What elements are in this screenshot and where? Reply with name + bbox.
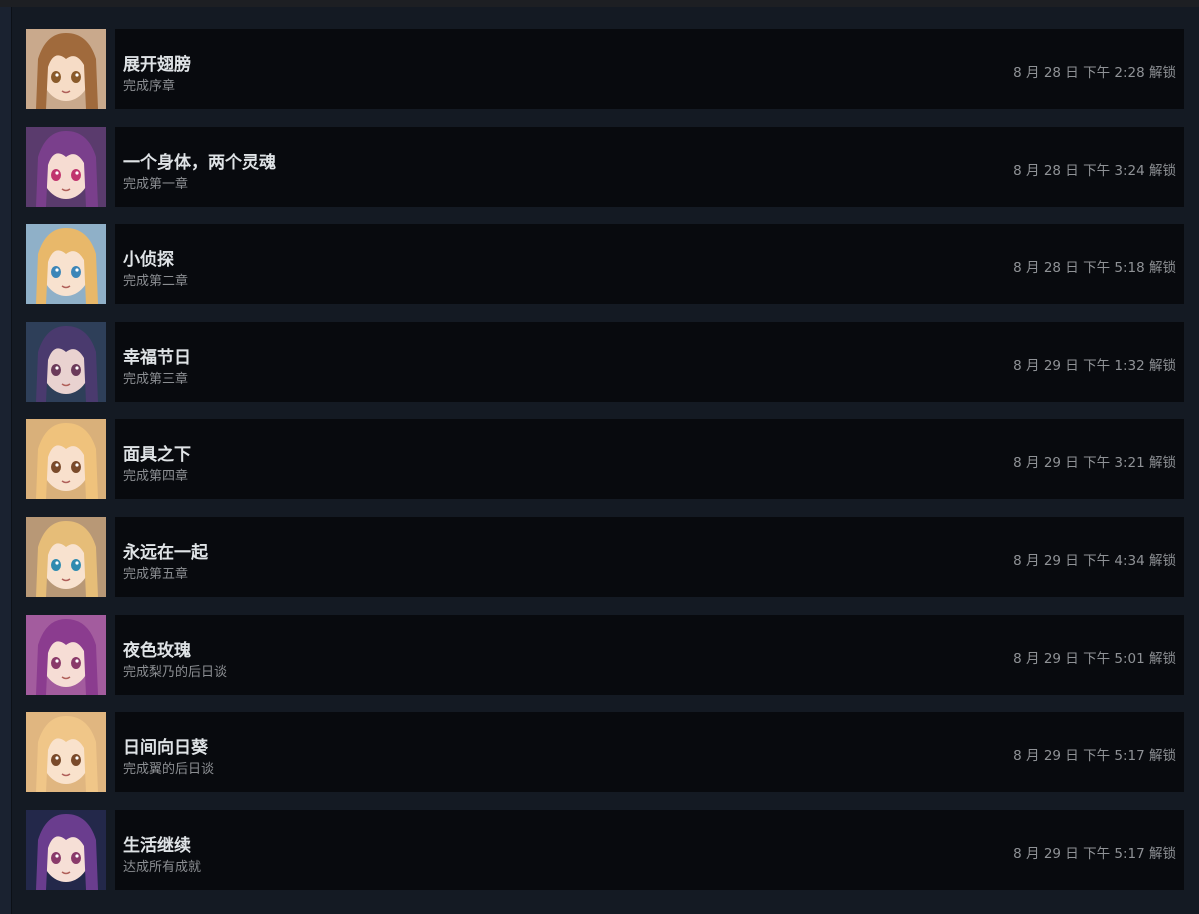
achievement-row[interactable]: 永远在一起完成第五章 8 月 29 日 下午 4:34 解锁 (26, 516, 1184, 597)
character-brown-hair-icon (26, 29, 106, 109)
achievement-panel: 日间向日葵完成翼的后日谈 8 月 29 日 下午 5:17 解锁 (115, 712, 1184, 793)
achievement-title: 展开翅膀 (123, 55, 191, 75)
unlock-date: 8 月 28 日 下午 2:28 解锁 (1013, 65, 1176, 81)
unlock-date: 8 月 29 日 下午 3:21 解锁 (1013, 455, 1176, 472)
unlock-date: 8 月 29 日 下午 5:17 解锁 (1013, 748, 1176, 765)
achievement-title: 一个身体，两个灵魂 (123, 152, 276, 173)
character-purple-hair-icon (26, 126, 106, 207)
achievement-description: 完成第二章 (123, 274, 189, 290)
achievement-title: 夜色玫瑰 (123, 640, 191, 661)
achievement-title: 面具之下 (123, 445, 191, 466)
achievement-row[interactable]: 小侦探完成第二章 8 月 28 日 下午 5:18 解锁 (26, 224, 1184, 305)
achievement-title: 幸福节日 (123, 347, 191, 368)
achievement-description: 完成序章 (123, 79, 176, 94)
achievement-description: 完成第四章 (123, 469, 189, 485)
achievement-panel: 幸福节日完成第三章 8 月 29 日 下午 1:32 解锁 (115, 321, 1184, 402)
unlock-date: 8 月 29 日 下午 5:01 解锁 (1013, 650, 1176, 667)
character-purple-teal-hair-icon (26, 614, 106, 695)
achievement-row[interactable]: 一个身体，两个灵魂完成第一章 8 月 28 日 下午 3:24 解锁 (26, 126, 1184, 207)
character-dark-hair-icon (26, 321, 106, 402)
achievement-title: 生活继续 (123, 835, 191, 856)
achievement-panel: 面具之下完成第四章 8 月 29 日 下午 3:21 解锁 (115, 419, 1184, 500)
character-blonde-ribbon-icon (26, 516, 106, 597)
unlock-date: 8 月 29 日 下午 1:32 解锁 (1013, 357, 1176, 374)
achievement-panel: 生活继续达成所有成就 8 月 29 日 下午 5:17 解锁 (115, 809, 1184, 890)
unlock-date: 8 月 28 日 下午 5:18 解锁 (1013, 260, 1176, 277)
achievement-title: 永远在一起 (123, 542, 208, 563)
achievement-description: 达成所有成就 (123, 859, 202, 875)
character-blonde-smiling-icon (26, 419, 106, 500)
unlock-date: 8 月 29 日 下午 4:34 解锁 (1013, 552, 1176, 569)
character-blonde-happy-icon (26, 712, 106, 793)
achievement-panel: 永远在一起完成第五章 8 月 29 日 下午 4:34 解锁 (115, 516, 1184, 597)
achievement-row[interactable]: 面具之下完成第四章 8 月 29 日 下午 3:21 解锁 (26, 419, 1184, 500)
achievement-row[interactable]: 幸福节日完成第三章 8 月 29 日 下午 1:32 解锁 (26, 321, 1184, 402)
achievement-row[interactable]: 日间向日葵完成翼的后日谈 8 月 29 日 下午 5:17 解锁 (26, 712, 1184, 793)
achievement-panel: 展开翅膀完成序章 8 月 28 日 下午 2:28 解锁 (115, 29, 1184, 109)
achievement-panel: 小侦探完成第二章 8 月 28 日 下午 5:18 解锁 (115, 224, 1184, 305)
window-top-bar (0, 0, 1199, 7)
achievement-description: 完成梨乃的后日谈 (123, 664, 228, 680)
left-sidebar-strip (0, 7, 12, 914)
character-duo-icon (26, 809, 106, 890)
achievement-panel: 一个身体，两个灵魂完成第一章 8 月 28 日 下午 3:24 解锁 (115, 126, 1184, 207)
achievement-description: 完成第一章 (123, 176, 189, 192)
unlock-date: 8 月 28 日 下午 3:24 解锁 (1013, 162, 1176, 179)
achievement-description: 完成翼的后日谈 (123, 762, 215, 778)
achievement-title: 日间向日葵 (123, 738, 208, 759)
achievement-list: 展开翅膀完成序章 8 月 28 日 下午 2:28 解锁一个身体，两个灵魂完成第一… (26, 29, 1184, 907)
achievement-panel: 夜色玫瑰完成梨乃的后日谈 8 月 29 日 下午 5:01 解锁 (115, 614, 1184, 695)
achievement-row[interactable]: 展开翅膀完成序章 8 月 28 日 下午 2:28 解锁 (26, 29, 1184, 109)
achievement-row[interactable]: 生活继续达成所有成就 8 月 29 日 下午 5:17 解锁 (26, 809, 1184, 890)
achievement-row[interactable]: 夜色玫瑰完成梨乃的后日谈 8 月 29 日 下午 5:01 解锁 (26, 614, 1184, 695)
achievement-description: 完成第三章 (123, 371, 189, 387)
unlock-date: 8 月 29 日 下午 5:17 解锁 (1013, 845, 1176, 862)
character-blonde-hair-icon (26, 224, 106, 305)
achievement-description: 完成第五章 (123, 566, 189, 582)
achievement-title: 小侦探 (123, 250, 174, 271)
